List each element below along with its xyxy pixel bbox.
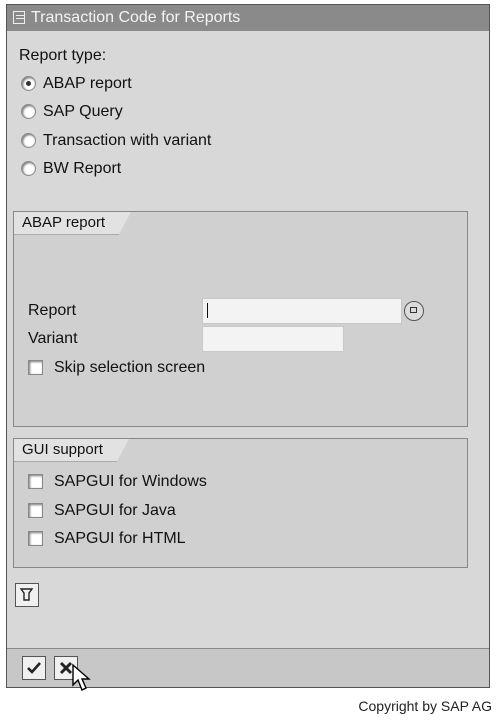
- sapgui-html-label[interactable]: SAPGUI for HTML: [54, 530, 186, 548]
- radio-abap-report-label[interactable]: ABAP report: [43, 75, 132, 93]
- radio-sap-query-label[interactable]: SAP Query: [43, 103, 123, 121]
- radio-abap-report-button[interactable]: [21, 76, 36, 91]
- window-icon: [13, 11, 25, 24]
- sapgui-windows-checkbox[interactable]: [28, 474, 43, 489]
- abap-report-group: ABAP report Report Variant Skip selectio…: [13, 211, 468, 427]
- radio-bw-report-button[interactable]: [21, 161, 36, 176]
- radio-transaction-variant-label[interactable]: Transaction with variant: [43, 132, 211, 150]
- gui-support-group: GUI support SAPGUI for Windows SAPGUI fo…: [13, 438, 468, 568]
- skip-selection-checkbox[interactable]: [28, 360, 43, 375]
- radio-sap-query-button[interactable]: [21, 104, 36, 119]
- report-input[interactable]: [202, 298, 402, 324]
- text-cursor: [207, 303, 208, 318]
- sapgui-html-checkbox[interactable]: [28, 531, 43, 546]
- radio-bw-report-label[interactable]: BW Report: [43, 160, 121, 178]
- sapgui-java-label[interactable]: SAPGUI for Java: [54, 502, 176, 520]
- sapgui-windows-label[interactable]: SAPGUI for Windows: [54, 473, 207, 491]
- value-help-icon[interactable]: [404, 301, 424, 321]
- variant-label: Variant: [28, 330, 78, 347]
- title-bar: Transaction Code for Reports: [7, 5, 489, 31]
- abap-report-group-title: ABAP report: [14, 212, 132, 235]
- parameter-button[interactable]: [15, 583, 39, 607]
- ok-button[interactable]: [22, 656, 46, 680]
- button-bar: [7, 648, 489, 691]
- checkmark-icon: [27, 662, 41, 674]
- window-title: Transaction Code for Reports: [31, 9, 241, 26]
- sapgui-java-checkbox[interactable]: [28, 503, 43, 518]
- parameter-icon: [19, 588, 34, 601]
- radio-transaction-variant-button[interactable]: [21, 133, 36, 148]
- skip-selection-label[interactable]: Skip selection screen: [54, 359, 205, 377]
- dialog-window: Transaction Code for Reports Report type…: [6, 4, 490, 691]
- gui-support-group-title: GUI support: [14, 439, 129, 462]
- mouse-pointer-icon: [72, 663, 91, 691]
- copyright-text: Copyright by SAP AG: [358, 698, 492, 714]
- report-label: Report: [28, 302, 77, 319]
- report-type-heading: Report type:: [19, 47, 107, 64]
- variant-input[interactable]: [202, 326, 344, 352]
